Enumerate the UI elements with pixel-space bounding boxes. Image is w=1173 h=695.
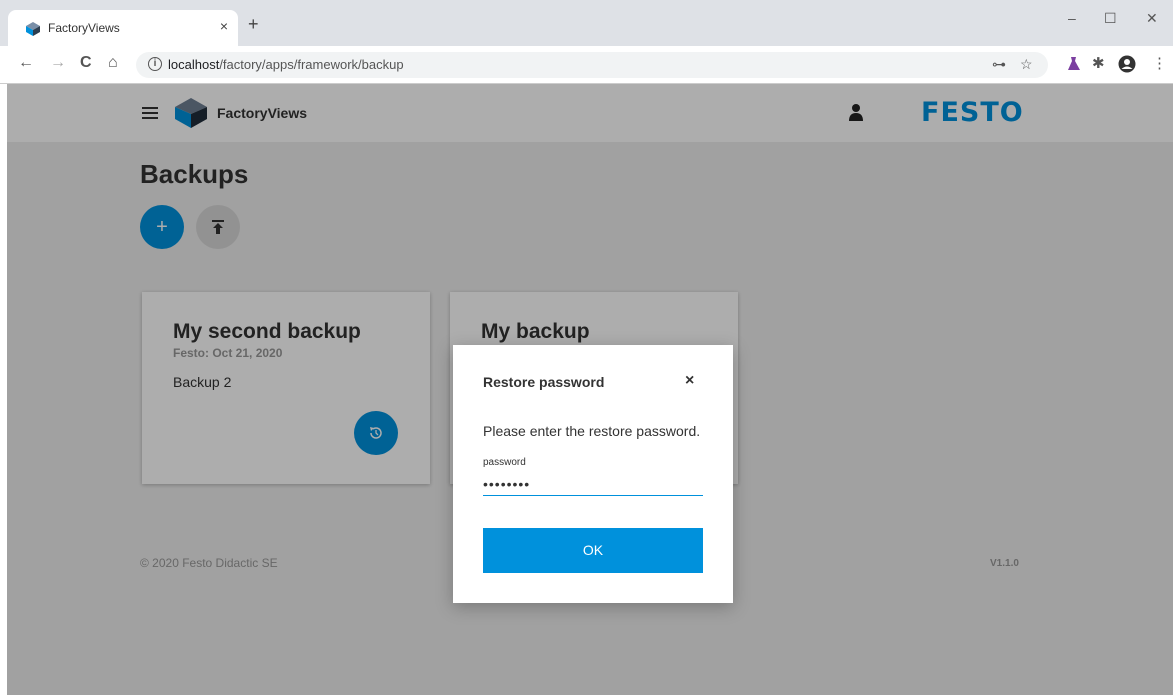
browser-menu-icon[interactable]: ⋮: [1152, 54, 1167, 72]
password-input[interactable]: [483, 472, 703, 496]
restore-password-dialog: Restore password × Please enter the rest…: [453, 345, 733, 603]
browser-tabstrip: FactoryViews × + – ☐ ✕: [0, 0, 1173, 46]
home-icon[interactable]: ⌂: [108, 54, 118, 72]
password-label: password: [483, 457, 526, 468]
reload-icon[interactable]: C: [80, 54, 92, 72]
tab-close-icon[interactable]: ×: [220, 18, 228, 34]
forward-icon[interactable]: →: [50, 54, 66, 72]
tab-title: FactoryViews: [48, 21, 120, 35]
dialog-message: Please enter the restore password.: [483, 423, 701, 439]
info-icon[interactable]: i: [148, 57, 162, 71]
extension-flask-icon[interactable]: [1066, 56, 1082, 72]
key-icon[interactable]: ⊶: [992, 56, 1006, 73]
browser-toolbar: ← → C ⌂ i localhost/factory/apps/framewo…: [0, 46, 1173, 84]
new-tab-button[interactable]: +: [248, 14, 259, 35]
dialog-title: Restore password: [483, 374, 605, 390]
close-icon[interactable]: ×: [685, 372, 694, 390]
url-text[interactable]: localhost/factory/apps/framework/backup: [168, 57, 404, 72]
ok-button[interactable]: OK: [483, 528, 703, 573]
browser-tab[interactable]: FactoryViews ×: [8, 10, 238, 46]
url-host: localhost: [168, 57, 220, 72]
star-icon[interactable]: ☆: [1020, 56, 1033, 73]
url-path: /factory/apps/framework/backup: [219, 57, 404, 72]
maximize-icon[interactable]: ☐: [1104, 10, 1117, 27]
address-bar[interactable]: i localhost/factory/apps/framework/backu…: [136, 52, 1048, 78]
factoryviews-favicon-icon: [26, 22, 40, 36]
minimize-icon[interactable]: –: [1068, 10, 1076, 26]
back-icon[interactable]: ←: [18, 54, 34, 72]
app-viewport: FactoryViews FESTO Backups + My second b…: [7, 84, 1173, 695]
window-close-icon[interactable]: ✕: [1146, 10, 1158, 27]
extension-icon[interactable]: ✱: [1092, 54, 1105, 72]
profile-icon[interactable]: [1118, 55, 1136, 73]
